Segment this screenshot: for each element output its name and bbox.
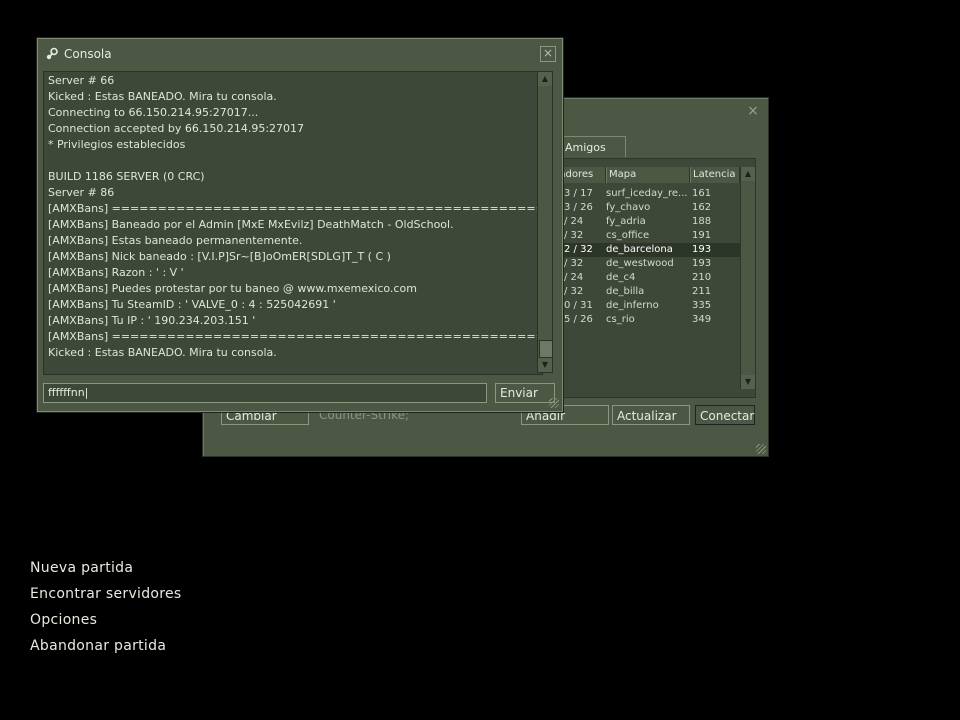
steam-icon (46, 47, 58, 60)
cell-map: de_inferno (606, 300, 659, 311)
scroll-down-icon[interactable]: ▼ (538, 358, 552, 372)
console-window: Consola × Server # 66 Kicked : Estas BANE… (37, 38, 563, 412)
menu-item-quit-game[interactable]: Abandonar partida (30, 638, 166, 654)
cell-players: 2 / 32 (564, 244, 593, 255)
log-line: [AMXBans] Puedes protestar por tu baneo … (48, 282, 417, 295)
console-close-button[interactable]: × (540, 46, 556, 62)
log-line: Kicked : Estas BANEADO. Mira tu consola. (48, 346, 277, 359)
scroll-up-icon[interactable]: ▲ (741, 167, 755, 181)
cell-map: de_c4 (606, 272, 636, 283)
console-title: Consola (64, 47, 112, 61)
cell-latency: 193 (692, 258, 712, 269)
tab-amigos[interactable]: Amigos (560, 136, 626, 157)
log-line: [AMXBans] Estas baneado permanentemente. (48, 234, 303, 247)
cell-players: / 24 (564, 272, 584, 283)
cell-map: surf_iceday_re... (606, 188, 688, 199)
cell-players: 5 / 26 (564, 314, 593, 325)
cell-map: de_westwood (606, 258, 674, 269)
cell-players: / 24 (564, 216, 584, 227)
console-command-input[interactable]: ffffffnn| (43, 383, 487, 403)
log-line: [AMXBans] ==============================… (48, 330, 543, 343)
cell-latency: 191 (692, 230, 712, 241)
cell-latency: 193 (692, 244, 712, 255)
log-line: * Privilegios establecidos (48, 138, 186, 151)
menu-item-new-game[interactable]: Nueva partida (30, 560, 133, 576)
log-line: Connecting to 66.150.214.95:27017... (48, 106, 259, 119)
log-line: [AMXBans] Nick baneado : [V.I.P]Sr~[B]oO… (48, 250, 391, 263)
send-button[interactable]: Enviar (495, 383, 555, 403)
cell-map: cs_rio (606, 314, 635, 325)
cell-latency: 211 (692, 286, 712, 297)
log-line: [AMXBans] Tu IP : ' 190.234.203.151 ' (48, 314, 256, 327)
cell-map: fy_adria (606, 216, 646, 227)
scroll-thumb[interactable] (539, 340, 553, 358)
menu-item-find-servers[interactable]: Encontrar servidores (30, 586, 182, 602)
scroll-down-icon[interactable]: ▼ (741, 375, 755, 389)
column-map[interactable]: Mapa (606, 167, 690, 183)
cell-latency: 162 (692, 202, 712, 213)
console-log: Server # 66 Kicked : Estas BANEADO. Mira … (43, 71, 543, 375)
log-line: Kicked : Estas BANEADO. Mira tu consola. (48, 90, 277, 103)
log-line: BUILD 1186 SERVER (0 CRC) (48, 170, 205, 183)
log-line: Connection accepted by 66.150.214.95:270… (48, 122, 305, 135)
log-line: Server # 86 (48, 186, 115, 199)
cell-latency: 335 (692, 300, 712, 311)
cell-players: / 32 (564, 258, 584, 269)
console-titlebar[interactable]: Consola × (38, 39, 562, 69)
cell-latency: 188 (692, 216, 712, 227)
resize-grip-icon[interactable] (756, 444, 766, 454)
cell-latency: 210 (692, 272, 712, 283)
cell-map: de_billa (606, 286, 645, 297)
cell-players: 3 / 26 (564, 202, 593, 213)
log-line: [AMXBans] Razon : ' : V ' (48, 266, 184, 279)
server-list-scrollbar[interactable]: ▲ ▼ (740, 167, 755, 389)
menu-item-options[interactable]: Opciones (30, 612, 97, 628)
cell-players: 3 / 17 (564, 188, 593, 199)
cell-map: cs_office (606, 230, 650, 241)
log-line: Server # 66 (48, 74, 115, 87)
cell-latency: 349 (692, 314, 712, 325)
log-line: [AMXBans] Tu SteamID : ' VALVE_0 : 4 : 5… (48, 298, 336, 311)
log-line: [AMXBans] ==============================… (48, 202, 543, 215)
column-latency[interactable]: Latencia (690, 167, 740, 183)
log-line: [AMXBans] Baneado por el Admin [MxE MxEv… (48, 218, 454, 231)
cell-latency: 161 (692, 188, 712, 199)
refresh-button[interactable]: Actualizar (612, 405, 690, 425)
browser-close-button[interactable]: × (746, 104, 760, 118)
cell-players: / 32 (564, 286, 584, 297)
cell-players: / 32 (564, 230, 584, 241)
cell-map: fy_chavo (606, 202, 651, 213)
console-log-scrollbar[interactable]: ▲ ▼ (537, 71, 553, 373)
scroll-up-icon[interactable]: ▲ (538, 72, 552, 86)
cell-players: 0 / 31 (564, 300, 593, 311)
cell-map: de_barcelona (606, 244, 673, 255)
resize-grip-icon[interactable] (549, 398, 559, 408)
connect-button[interactable]: Conectar (695, 405, 755, 425)
